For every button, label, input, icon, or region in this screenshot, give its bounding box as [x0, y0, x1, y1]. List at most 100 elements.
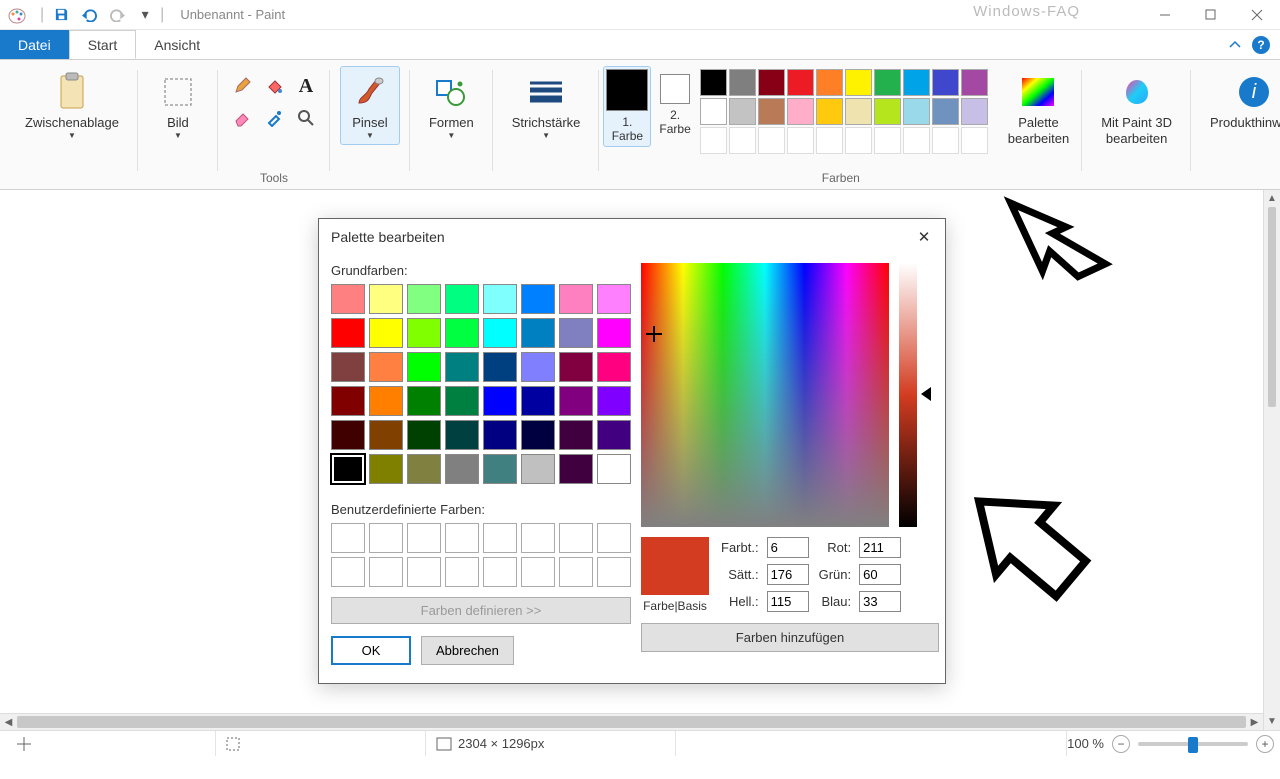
- basic-color-swatch[interactable]: [597, 420, 631, 450]
- dialog-close-button[interactable]: ✕: [909, 225, 939, 249]
- hue-sat-picker[interactable]: [641, 263, 889, 527]
- palette-swatch[interactable]: [729, 69, 756, 96]
- edit-palette-button[interactable]: Palette bearbeiten: [999, 66, 1078, 151]
- clipboard-button[interactable]: Zwischenablage ▼: [16, 66, 128, 145]
- basic-color-swatch[interactable]: [445, 318, 479, 348]
- stroke-button[interactable]: Strichstärke ▼: [503, 66, 590, 145]
- basic-color-swatch[interactable]: [407, 420, 441, 450]
- custom-color-swatch[interactable]: [597, 557, 631, 587]
- basic-color-swatch[interactable]: [407, 386, 441, 416]
- basic-color-swatch[interactable]: [521, 386, 555, 416]
- palette-swatch[interactable]: [700, 127, 727, 154]
- tab-start[interactable]: Start: [69, 30, 137, 59]
- basic-color-swatch[interactable]: [445, 386, 479, 416]
- blue-input[interactable]: [859, 591, 901, 612]
- basic-color-swatch[interactable]: [369, 318, 403, 348]
- green-input[interactable]: [859, 564, 901, 585]
- collapse-ribbon-icon[interactable]: [1228, 38, 1242, 52]
- ok-button[interactable]: OK: [331, 636, 411, 665]
- basic-color-swatch[interactable]: [407, 318, 441, 348]
- custom-color-swatch[interactable]: [483, 557, 517, 587]
- custom-color-swatch[interactable]: [407, 557, 441, 587]
- custom-color-swatch[interactable]: [445, 523, 479, 553]
- vertical-scrollbar[interactable]: ▲ ▼: [1263, 190, 1280, 730]
- basic-color-swatch[interactable]: [521, 352, 555, 382]
- image-select-button[interactable]: Bild ▼: [148, 66, 208, 145]
- red-input[interactable]: [859, 537, 901, 558]
- magnify-icon[interactable]: [292, 104, 320, 132]
- undo-icon[interactable]: [80, 6, 98, 24]
- basic-color-swatch[interactable]: [331, 420, 365, 450]
- close-button[interactable]: [1234, 0, 1280, 30]
- help-icon[interactable]: ?: [1252, 36, 1270, 54]
- custom-color-swatch[interactable]: [559, 523, 593, 553]
- basic-color-swatch[interactable]: [331, 318, 365, 348]
- basic-color-swatch[interactable]: [331, 284, 365, 314]
- basic-color-swatch[interactable]: [521, 420, 555, 450]
- basic-color-swatch[interactable]: [521, 454, 555, 484]
- palette-swatch[interactable]: [961, 127, 988, 154]
- eraser-icon[interactable]: [228, 104, 256, 132]
- fill-icon[interactable]: [260, 72, 288, 100]
- palette-swatch[interactable]: [787, 98, 814, 125]
- basic-color-swatch[interactable]: [483, 318, 517, 348]
- tab-file[interactable]: Datei: [0, 30, 69, 59]
- palette-swatch[interactable]: [700, 98, 727, 125]
- basic-color-swatch[interactable]: [597, 386, 631, 416]
- palette-swatch[interactable]: [932, 127, 959, 154]
- hue-input[interactable]: [767, 537, 809, 558]
- tab-view[interactable]: Ansicht: [136, 30, 218, 59]
- custom-color-swatch[interactable]: [483, 523, 517, 553]
- palette-swatch[interactable]: [816, 127, 843, 154]
- picker-icon[interactable]: [260, 104, 288, 132]
- basic-color-swatch[interactable]: [407, 454, 441, 484]
- basic-color-swatch[interactable]: [597, 284, 631, 314]
- paint3d-button[interactable]: Mit Paint 3D bearbeiten: [1092, 66, 1181, 151]
- palette-swatch[interactable]: [816, 69, 843, 96]
- custom-color-swatch[interactable]: [369, 523, 403, 553]
- basic-color-swatch[interactable]: [483, 284, 517, 314]
- minimize-button[interactable]: [1142, 0, 1188, 30]
- basic-color-swatch[interactable]: [331, 386, 365, 416]
- basic-color-swatch[interactable]: [559, 386, 593, 416]
- palette-swatch[interactable]: [729, 127, 756, 154]
- palette-swatch[interactable]: [845, 127, 872, 154]
- basic-color-swatch[interactable]: [483, 352, 517, 382]
- custom-color-swatch[interactable]: [331, 523, 365, 553]
- basic-color-swatch[interactable]: [369, 420, 403, 450]
- scroll-left-icon[interactable]: ◀: [0, 714, 17, 730]
- palette-swatch[interactable]: [903, 69, 930, 96]
- zoom-in-button[interactable]: +: [1256, 735, 1274, 753]
- basic-color-swatch[interactable]: [483, 386, 517, 416]
- palette-swatch[interactable]: [787, 69, 814, 96]
- basic-color-swatch[interactable]: [483, 454, 517, 484]
- basic-color-swatch[interactable]: [407, 352, 441, 382]
- basic-color-swatch[interactable]: [331, 352, 365, 382]
- palette-swatch[interactable]: [932, 69, 959, 96]
- custom-color-swatch[interactable]: [521, 523, 555, 553]
- horizontal-scrollbar[interactable]: ◀ ▶: [0, 713, 1263, 730]
- hue-sat-cursor[interactable]: [649, 329, 659, 339]
- palette-swatch[interactable]: [787, 127, 814, 154]
- lum-input[interactable]: [767, 591, 809, 612]
- scroll-down-icon[interactable]: ▼: [1264, 713, 1280, 730]
- palette-swatch[interactable]: [932, 98, 959, 125]
- custom-color-swatch[interactable]: [369, 557, 403, 587]
- palette-swatch[interactable]: [816, 98, 843, 125]
- basic-color-swatch[interactable]: [559, 318, 593, 348]
- palette-swatch[interactable]: [903, 127, 930, 154]
- pencil-icon[interactable]: [228, 72, 256, 100]
- basic-color-swatch[interactable]: [597, 318, 631, 348]
- basic-color-swatch[interactable]: [445, 420, 479, 450]
- basic-color-swatch[interactable]: [597, 454, 631, 484]
- redo-icon[interactable]: [108, 6, 126, 24]
- palette-swatch[interactable]: [961, 98, 988, 125]
- palette-swatch[interactable]: [874, 98, 901, 125]
- sat-input[interactable]: [767, 564, 809, 585]
- basic-color-swatch[interactable]: [331, 454, 365, 484]
- basic-color-swatch[interactable]: [559, 352, 593, 382]
- text-icon[interactable]: A: [292, 72, 320, 100]
- custom-color-swatch[interactable]: [559, 557, 593, 587]
- vscroll-thumb[interactable]: [1268, 207, 1276, 407]
- palette-swatch[interactable]: [961, 69, 988, 96]
